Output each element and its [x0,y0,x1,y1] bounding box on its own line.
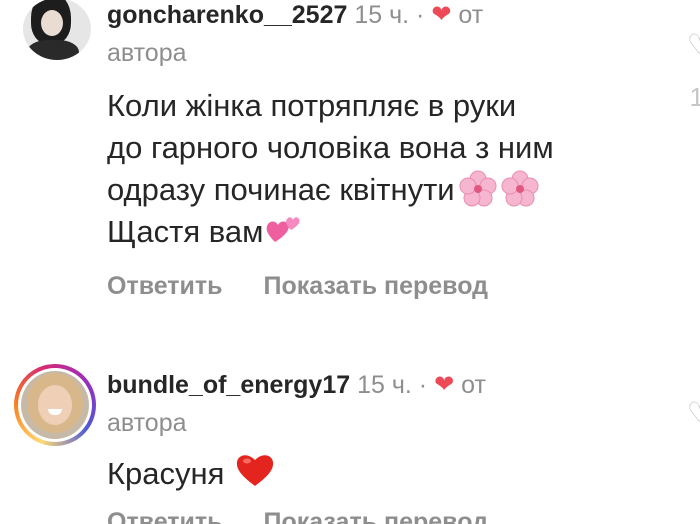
comment-1-dot: · [416,1,425,29]
comment-1-edge-mark: 1 [689,82,700,112]
comment-1-time: 15 ч. [354,1,410,29]
comment-2-text: Красуня [107,456,225,491]
comment-1-line-3-wrap: одразу починає квітнути [107,169,554,211]
comment-1-line-1: Коли жінка потряпляє в руки [107,88,517,123]
comment-1-line-4-wrap: Щастя вам [107,211,554,257]
comment-2-text-wrap: Красуня [107,452,275,499]
comment-1-line-2: до гарного чоловіка вона з ним [107,130,554,165]
comment-2-author-label: автора [107,409,187,437]
like-heart-icon[interactable]: ♡ [687,396,700,429]
comment-1-actions: Ответить Показать перевод [107,272,522,301]
comment-1-line-3: одразу починає квітнути [107,172,455,207]
comment-1-header: goncharenko__2527 15 ч. · ❤ от [107,0,483,30]
comment-2-from-label: от [461,371,486,399]
comment-1-author-label: автора [107,39,187,67]
heart-icon: ❤ [434,371,455,398]
comment-1-from-label: от [458,1,484,29]
cherry-blossom-icon [459,170,497,208]
red-heart-icon [235,452,275,499]
comment-1-username[interactable]: goncharenko__2527 [107,1,347,29]
comment-2-actions: Ответить Показать перевод [107,508,522,524]
show-translation-button[interactable]: Показать перевод [263,272,488,300]
comment-2-username[interactable]: bundle_of_energy17 [107,371,350,399]
comments-screen: goncharenko__2527 15 ч. · ❤ от автора Ко… [0,0,700,524]
heart-icon: ❤ [431,1,452,28]
comment-1-from-line: автора [107,38,187,68]
comment-1-text: Коли жінка потряпляє в руки до гарного ч… [107,85,554,257]
reply-button[interactable]: Ответить [107,272,223,300]
comment-2-header: bundle_of_energy17 15 ч. · ❤ от [107,370,486,400]
comment-1-line-4: Щастя вам [107,214,264,249]
comment-2-time: 15 ч. [357,371,412,399]
reply-button[interactable]: Ответить [107,508,223,524]
cherry-blossom-icon [501,170,539,208]
like-heart-icon[interactable]: ♡ [687,28,700,61]
avatar-bundle-of-energy[interactable] [21,371,89,439]
comment-2-dot: · [418,371,428,399]
avatar-goncharenko[interactable] [23,0,91,60]
comment-2-from-line: автора [107,408,187,438]
two-hearts-icon [265,212,303,257]
show-translation-button[interactable]: Показать перевод [263,508,488,524]
